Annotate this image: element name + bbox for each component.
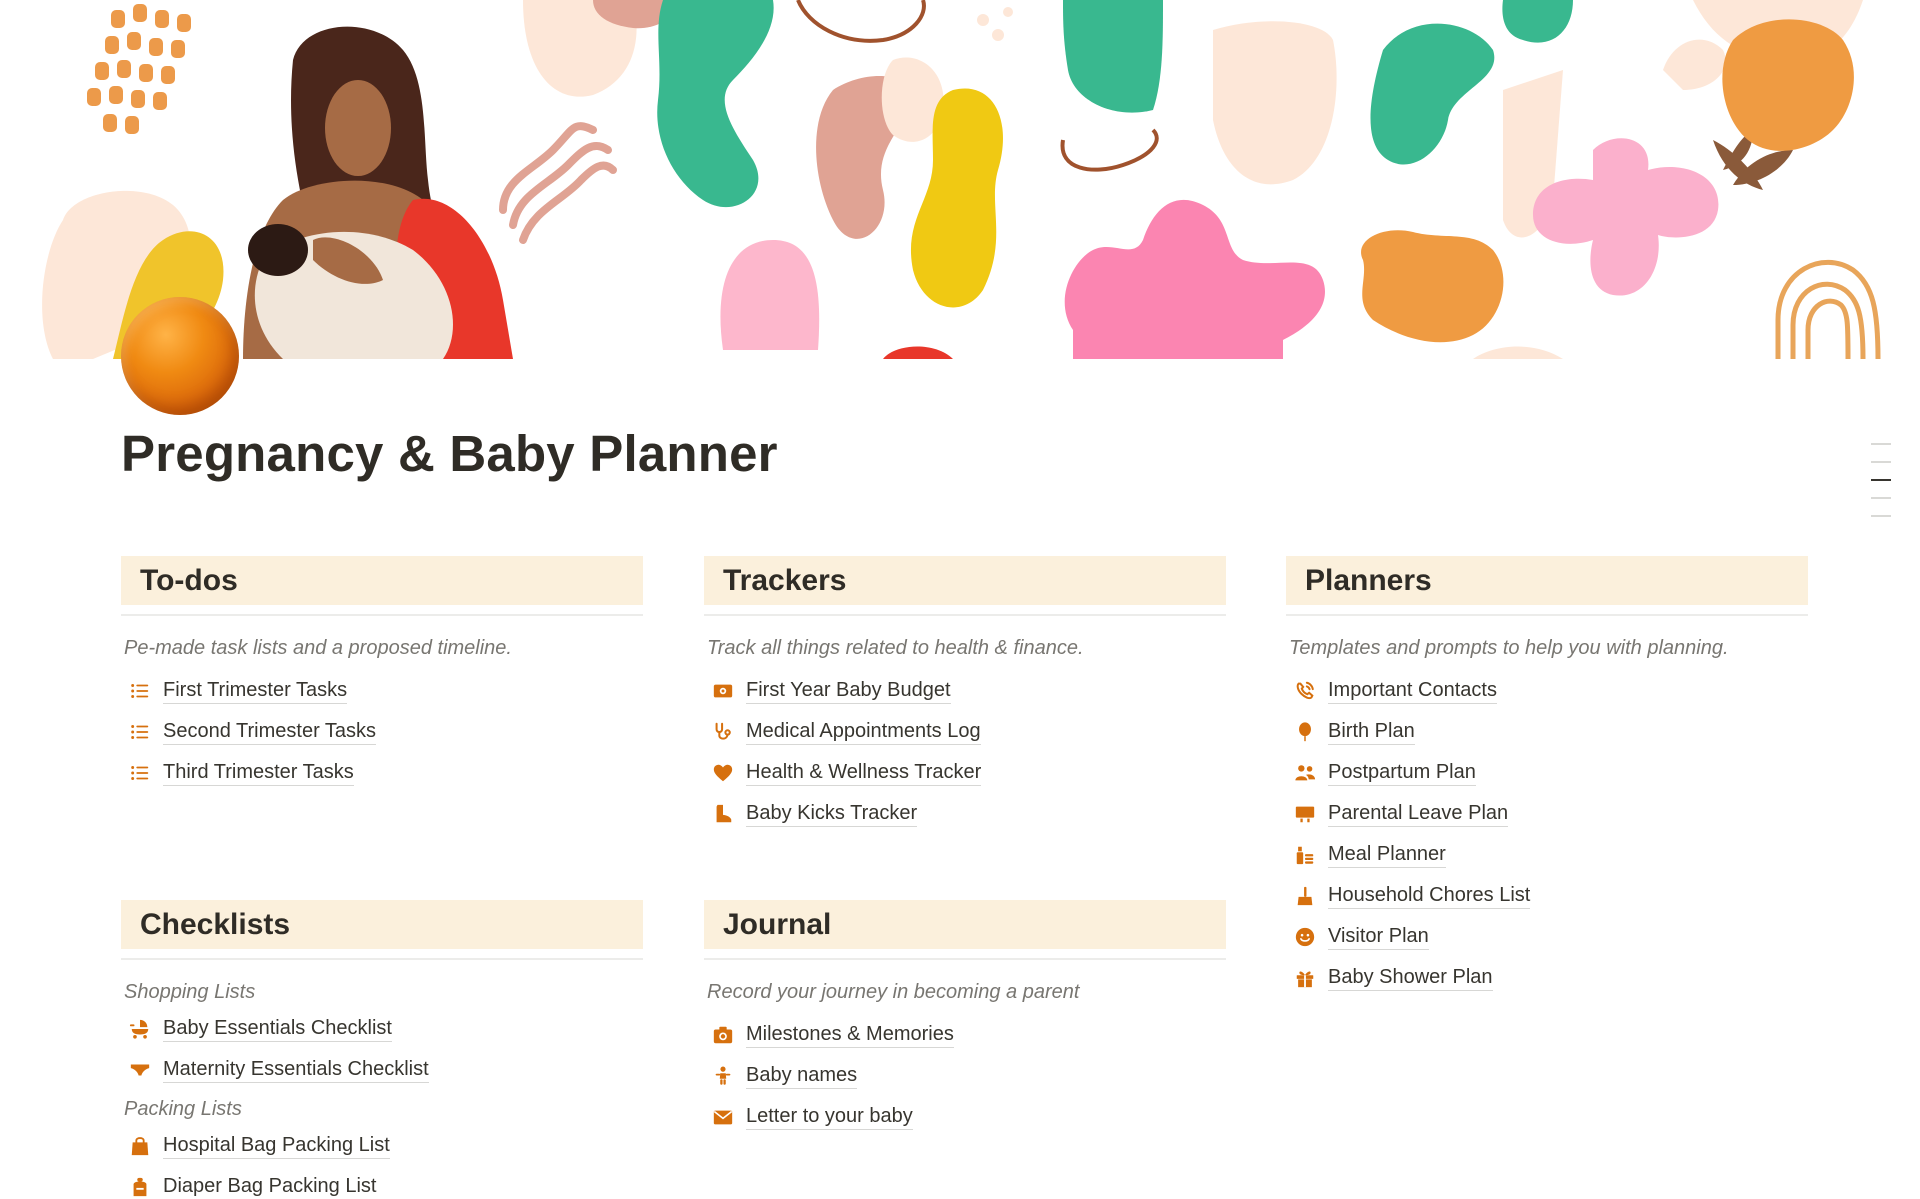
link-label[interactable]: Health & Wellness Tracker [746,760,982,786]
stroller-icon [127,1016,153,1042]
section-heading: Trackers [704,556,1226,605]
link-meal-planner[interactable]: Meal Planner [1286,834,1808,875]
meal-icon [1292,842,1318,868]
link-health-wellness-tracker[interactable]: Health & Wellness Tracker [704,752,1226,793]
divider [121,614,643,616]
smiley-icon [1292,924,1318,950]
link-diaper-bag-packing-list[interactable]: Diaper Bag Packing List [121,1166,643,1199]
section-heading: To-dos [121,556,643,605]
list-icon [127,719,153,745]
divider [704,958,1226,960]
link-first-trimester-tasks[interactable]: First Trimester Tasks [121,670,643,711]
link-label[interactable]: Milestones & Memories [746,1022,954,1048]
link-baby-essentials-checklist[interactable]: Baby Essentials Checklist [121,1008,643,1049]
balloon-icon [1292,719,1318,745]
toc-line[interactable] [1871,461,1891,463]
money-icon [710,678,736,704]
page-icon[interactable] [121,297,239,415]
stethoscope-icon [710,719,736,745]
link-label[interactable]: Visitor Plan [1328,924,1429,950]
list-icon [127,760,153,786]
link-postpartum-plan[interactable]: Postpartum Plan [1286,752,1808,793]
link-baby-names[interactable]: Baby names [704,1055,1226,1096]
link-label[interactable]: Letter to your baby [746,1104,913,1130]
section-description: Record your journey in becoming a parent [707,981,1080,1003]
link-label[interactable]: Household Chores List [1328,883,1531,909]
toc-line-active[interactable] [1871,479,1891,481]
group-heading-shopping: Shopping Lists [124,981,256,1003]
link-label[interactable]: Meal Planner [1328,842,1446,868]
section-heading: Journal [704,900,1226,949]
desk-icon [1292,801,1318,827]
link-baby-kicks-tracker[interactable]: Baby Kicks Tracker [704,793,1226,834]
boot-icon [710,801,736,827]
link-label[interactable]: Maternity Essentials Checklist [163,1057,429,1083]
link-label[interactable]: Important Contacts [1328,678,1497,704]
link-label[interactable]: Birth Plan [1328,719,1415,745]
toc-line[interactable] [1871,497,1891,499]
link-label[interactable]: Baby Shower Plan [1328,965,1493,991]
toc-line[interactable] [1871,443,1891,445]
link-label[interactable]: Hospital Bag Packing List [163,1133,390,1159]
section-todos: To-dos Pe-made task lists and a proposed… [121,556,643,793]
toc-line[interactable] [1871,515,1891,517]
link-third-trimester-tasks[interactable]: Third Trimester Tasks [121,752,643,793]
link-label[interactable]: Baby Kicks Tracker [746,801,918,827]
group-heading-packing: Packing Lists [124,1098,242,1120]
section-journal: Journal Record your journey in becoming … [704,900,1226,1137]
link-maternity-essentials-checklist[interactable]: Maternity Essentials Checklist [121,1049,643,1090]
broom-icon [1292,883,1318,909]
link-hospital-bag-packing-list[interactable]: Hospital Bag Packing List [121,1125,643,1166]
link-label[interactable]: Parental Leave Plan [1328,801,1509,827]
section-description: Templates and prompts to help you with p… [1289,637,1729,659]
table-of-contents-rail[interactable] [1871,443,1893,533]
page-title: Pregnancy & Baby Planner [121,425,778,482]
section-checklists: Checklists Shopping Lists Baby Essential… [121,900,643,1199]
divider [1286,614,1808,616]
section-description: Track all things related to health & fin… [707,637,1084,659]
link-label[interactable]: Postpartum Plan [1328,760,1476,786]
section-planners: Planners Templates and prompts to help y… [1286,556,1808,998]
link-parental-leave-plan[interactable]: Parental Leave Plan [1286,793,1808,834]
link-birth-plan[interactable]: Birth Plan [1286,711,1808,752]
link-baby-shower-plan[interactable]: Baby Shower Plan [1286,957,1808,998]
divider [121,958,643,960]
link-label[interactable]: Baby names [746,1063,858,1089]
link-milestones-memories[interactable]: Milestones & Memories [704,1014,1226,1055]
gift-icon [1292,965,1318,991]
camera-icon [710,1022,736,1048]
section-description: Pe-made task lists and a proposed timeli… [124,637,512,659]
phone-icon [1292,678,1318,704]
link-second-trimester-tasks[interactable]: Second Trimester Tasks [121,711,643,752]
link-label[interactable]: Baby Essentials Checklist [163,1016,392,1042]
section-heading: Planners [1286,556,1808,605]
underwear-icon [127,1057,153,1083]
link-letter-to-your-baby[interactable]: Letter to your baby [704,1096,1226,1137]
envelope-icon [710,1104,736,1130]
backpack-icon [127,1174,153,1199]
people-icon [1292,760,1318,786]
heart-icon [710,760,736,786]
link-label[interactable]: Third Trimester Tasks [163,760,354,786]
section-trackers: Trackers Track all things related to hea… [704,556,1226,834]
link-first-year-baby-budget[interactable]: First Year Baby Budget [704,670,1226,711]
link-medical-appointments-log[interactable]: Medical Appointments Log [704,711,1226,752]
link-important-contacts[interactable]: Important Contacts [1286,670,1808,711]
bag-icon [127,1133,153,1159]
link-label[interactable]: First Trimester Tasks [163,678,348,704]
link-label[interactable]: Second Trimester Tasks [163,719,377,745]
cover-image [33,0,1888,359]
link-visitor-plan[interactable]: Visitor Plan [1286,916,1808,957]
link-label[interactable]: Medical Appointments Log [746,719,981,745]
list-icon [127,678,153,704]
link-label[interactable]: Diaper Bag Packing List [163,1174,377,1199]
section-heading: Checklists [121,900,643,949]
divider [704,614,1226,616]
link-label[interactable]: First Year Baby Budget [746,678,951,704]
link-household-chores-list[interactable]: Household Chores List [1286,875,1808,916]
baby-icon [710,1063,736,1089]
